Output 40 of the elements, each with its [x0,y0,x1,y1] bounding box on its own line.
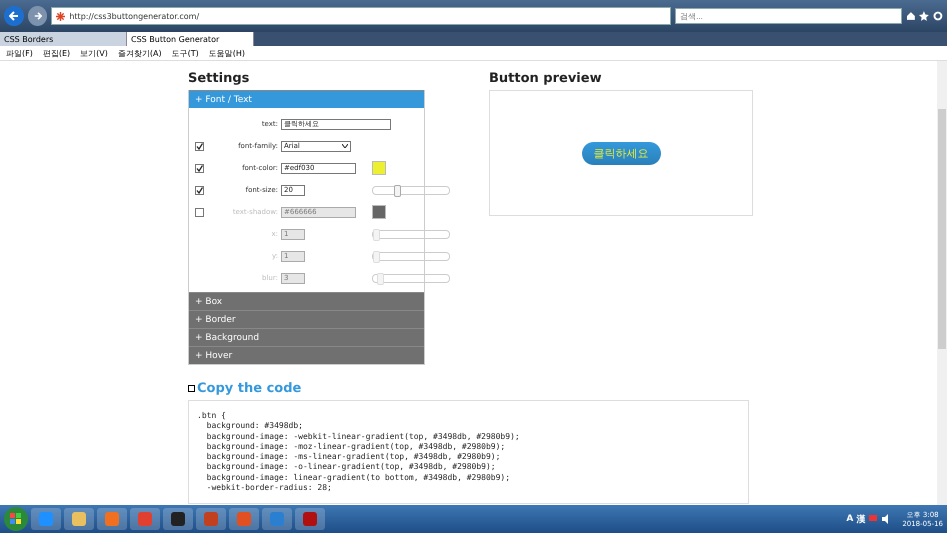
checkbox[interactable] [195,142,204,150]
checkbox[interactable] [195,186,204,194]
browser-tab[interactable]: CSS Borders [0,32,127,46]
home-icon[interactable] [906,11,916,21]
right-arrow-icon [34,12,42,20]
left-arrow-icon [8,11,19,21]
menu-item[interactable]: 즐겨찾기(A) [118,48,162,58]
search-field[interactable]: 검색... [675,8,902,24]
slider-track[interactable] [372,186,450,194]
taskbar-app-icon[interactable] [295,508,325,530]
accordion-header[interactable]: + Background [189,328,424,346]
accordion-header[interactable]: + Box [189,292,424,310]
scrollbar[interactable] [937,61,947,505]
windows-logo-icon [10,513,22,525]
scrollbar-thumb[interactable] [938,109,946,349]
taskbar-app-icon[interactable] [64,508,94,530]
menu-item[interactable]: 보기(V) [80,48,108,58]
chevron-icon [342,144,348,148]
color-swatch[interactable] [372,161,386,175]
slider-thumb[interactable] [394,184,401,196]
menu-item[interactable]: 도구(T) [172,48,199,58]
section-heading: Button preview [489,71,603,86]
code-block: .btn { background: #3498db; background-image: -webkit-linear-gradient(top, #3498db, #2980b9); background-image: -moz-linear-gradient(top, #3498db, #2980b9); background-image: -ms-linear-gradient(top, #3498db, #2980b9); background-image: -o-linear-gradient(top, #3498db, #2980b9); background-image: linear-gradient(to bottom, #3498db, #2980b9); -webkit-border-radius: 28; [188,400,749,504]
tray-text[interactable]: 漢 [856,512,866,526]
accordion-header[interactable]: + Border [189,310,424,328]
start-button[interactable] [4,507,28,531]
address-bar[interactable]: http://css3buttongenerator.com/ [51,7,672,25]
cursor-icon [188,385,195,392]
menu-item[interactable]: 파일(F) [6,48,33,58]
checkbox[interactable] [195,164,204,172]
menu-item[interactable]: 도움말(H) [208,48,245,58]
taskbar-app-icon[interactable] [163,508,193,530]
section-heading: Settings [188,71,250,86]
settings-icon[interactable] [933,11,943,21]
tray-text[interactable]: A [846,514,854,524]
accordion-header[interactable]: + Hover [189,346,424,364]
browser-tab[interactable]: CSS Button Generator [127,32,254,46]
menu-item[interactable]: 편집(E) [42,48,70,58]
back-button[interactable] [4,6,24,26]
forward-button[interactable] [28,6,48,26]
